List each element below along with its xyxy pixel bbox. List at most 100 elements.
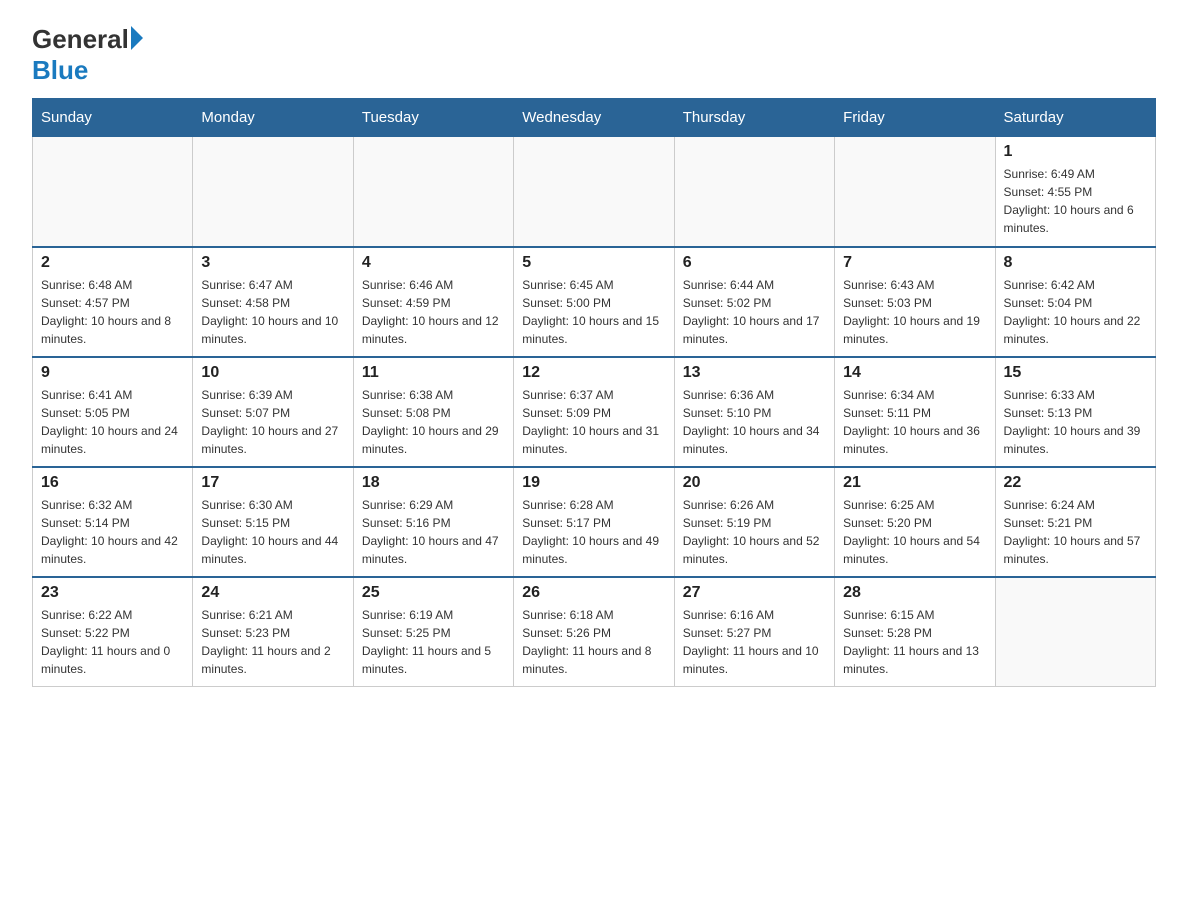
day-info: Sunrise: 6:32 AMSunset: 5:14 PMDaylight:… xyxy=(41,496,184,568)
calendar-day-cell: 15 Sunrise: 6:33 AMSunset: 5:13 PMDayligh… xyxy=(995,357,1155,467)
calendar-day-cell: 2 Sunrise: 6:48 AMSunset: 4:57 PMDaylight… xyxy=(33,247,193,357)
day-info: Sunrise: 6:21 AMSunset: 5:23 PMDaylight:… xyxy=(201,606,344,678)
day-info: Sunrise: 6:30 AMSunset: 5:15 PMDaylight:… xyxy=(201,496,344,568)
day-number: 12 xyxy=(522,364,665,382)
day-info: Sunrise: 6:38 AMSunset: 5:08 PMDaylight:… xyxy=(362,386,505,458)
day-number: 23 xyxy=(41,584,184,602)
day-number: 7 xyxy=(843,254,986,272)
calendar-day-cell: 18 Sunrise: 6:29 AMSunset: 5:16 PMDayligh… xyxy=(353,467,513,577)
day-number: 6 xyxy=(683,254,826,272)
logo: General Blue xyxy=(32,24,143,86)
day-number: 28 xyxy=(843,584,986,602)
day-number: 19 xyxy=(522,474,665,492)
logo-text: General xyxy=(32,24,129,55)
day-info: Sunrise: 6:24 AMSunset: 5:21 PMDaylight:… xyxy=(1004,496,1147,568)
day-number: 4 xyxy=(362,254,505,272)
day-number: 3 xyxy=(201,254,344,272)
day-number: 17 xyxy=(201,474,344,492)
calendar-day-cell: 1 Sunrise: 6:49 AMSunset: 4:55 PMDaylight… xyxy=(995,137,1155,247)
calendar-day-cell xyxy=(33,137,193,247)
day-info: Sunrise: 6:48 AMSunset: 4:57 PMDaylight:… xyxy=(41,276,184,348)
calendar-day-cell xyxy=(353,137,513,247)
weekday-header-saturday: Saturday xyxy=(995,99,1155,137)
calendar-day-cell xyxy=(193,137,353,247)
day-number: 9 xyxy=(41,364,184,382)
weekday-header-friday: Friday xyxy=(835,99,995,137)
weekday-header-row: SundayMondayTuesdayWednesdayThursdayFrid… xyxy=(33,99,1156,137)
day-info: Sunrise: 6:29 AMSunset: 5:16 PMDaylight:… xyxy=(362,496,505,568)
weekday-header-tuesday: Tuesday xyxy=(353,99,513,137)
calendar-day-cell xyxy=(674,137,834,247)
calendar-day-cell: 10Sunrise: 6:39 AMSunset: 5:07 PMDayligh… xyxy=(193,357,353,467)
day-info: Sunrise: 6:42 AMSunset: 5:04 PMDaylight:… xyxy=(1004,276,1147,348)
day-number: 22 xyxy=(1004,474,1147,492)
day-info: Sunrise: 6:18 AMSunset: 5:26 PMDaylight:… xyxy=(522,606,665,678)
calendar-day-cell: 9 Sunrise: 6:41 AMSunset: 5:05 PMDaylight… xyxy=(33,357,193,467)
day-info: Sunrise: 6:41 AMSunset: 5:05 PMDaylight:… xyxy=(41,386,184,458)
day-number: 8 xyxy=(1004,254,1147,272)
day-info: Sunrise: 6:36 AMSunset: 5:10 PMDaylight:… xyxy=(683,386,826,458)
calendar-week-row: 9 Sunrise: 6:41 AMSunset: 5:05 PMDaylight… xyxy=(33,357,1156,467)
day-info: Sunrise: 6:16 AMSunset: 5:27 PMDaylight:… xyxy=(683,606,826,678)
calendar-day-cell: 3 Sunrise: 6:47 AMSunset: 4:58 PMDaylight… xyxy=(193,247,353,357)
calendar-week-row: 1 Sunrise: 6:49 AMSunset: 4:55 PMDaylight… xyxy=(33,137,1156,247)
calendar-week-row: 16 Sunrise: 6:32 AMSunset: 5:14 PMDayligh… xyxy=(33,467,1156,577)
calendar-day-cell: 11 Sunrise: 6:38 AMSunset: 5:08 PMDayligh… xyxy=(353,357,513,467)
day-number: 16 xyxy=(41,474,184,492)
calendar-day-cell: 14 Sunrise: 6:34 AMSunset: 5:11 PMDayligh… xyxy=(835,357,995,467)
calendar-week-row: 23 Sunrise: 6:22 AMSunset: 5:22 PMDayligh… xyxy=(33,577,1156,687)
logo-blue-text: Blue xyxy=(32,55,143,86)
weekday-header-thursday: Thursday xyxy=(674,99,834,137)
page-header: General Blue xyxy=(32,24,1156,86)
day-number: 26 xyxy=(522,584,665,602)
calendar-day-cell: 6 Sunrise: 6:44 AMSunset: 5:02 PMDaylight… xyxy=(674,247,834,357)
day-info: Sunrise: 6:47 AMSunset: 4:58 PMDaylight:… xyxy=(201,276,344,348)
weekday-header-sunday: Sunday xyxy=(33,99,193,137)
day-info: Sunrise: 6:45 AMSunset: 5:00 PMDaylight:… xyxy=(522,276,665,348)
day-info: Sunrise: 6:43 AMSunset: 5:03 PMDaylight:… xyxy=(843,276,986,348)
day-info: Sunrise: 6:15 AMSunset: 5:28 PMDaylight:… xyxy=(843,606,986,678)
calendar-day-cell: 24Sunrise: 6:21 AMSunset: 5:23 PMDayligh… xyxy=(193,577,353,687)
day-info: Sunrise: 6:33 AMSunset: 5:13 PMDaylight:… xyxy=(1004,386,1147,458)
day-info: Sunrise: 6:34 AMSunset: 5:11 PMDaylight:… xyxy=(843,386,986,458)
day-number: 2 xyxy=(41,254,184,272)
day-info: Sunrise: 6:46 AMSunset: 4:59 PMDaylight:… xyxy=(362,276,505,348)
calendar-day-cell: 28 Sunrise: 6:15 AMSunset: 5:28 PMDayligh… xyxy=(835,577,995,687)
calendar-day-cell: 19 Sunrise: 6:28 AMSunset: 5:17 PMDayligh… xyxy=(514,467,674,577)
calendar-day-cell: 8 Sunrise: 6:42 AMSunset: 5:04 PMDaylight… xyxy=(995,247,1155,357)
calendar-day-cell: 20Sunrise: 6:26 AMSunset: 5:19 PMDayligh… xyxy=(674,467,834,577)
day-number: 14 xyxy=(843,364,986,382)
calendar-day-cell: 22 Sunrise: 6:24 AMSunset: 5:21 PMDayligh… xyxy=(995,467,1155,577)
calendar-day-cell: 13 Sunrise: 6:36 AMSunset: 5:10 PMDayligh… xyxy=(674,357,834,467)
day-number: 21 xyxy=(843,474,986,492)
calendar-day-cell: 25 Sunrise: 6:19 AMSunset: 5:25 PMDayligh… xyxy=(353,577,513,687)
day-info: Sunrise: 6:44 AMSunset: 5:02 PMDaylight:… xyxy=(683,276,826,348)
day-number: 18 xyxy=(362,474,505,492)
day-info: Sunrise: 6:28 AMSunset: 5:17 PMDaylight:… xyxy=(522,496,665,568)
day-number: 15 xyxy=(1004,364,1147,382)
day-number: 27 xyxy=(683,584,826,602)
calendar-day-cell: 27 Sunrise: 6:16 AMSunset: 5:27 PMDayligh… xyxy=(674,577,834,687)
calendar-day-cell: 17 Sunrise: 6:30 AMSunset: 5:15 PMDayligh… xyxy=(193,467,353,577)
weekday-header-wednesday: Wednesday xyxy=(514,99,674,137)
calendar-day-cell: 7 Sunrise: 6:43 AMSunset: 5:03 PMDaylight… xyxy=(835,247,995,357)
day-number: 1 xyxy=(1004,143,1147,161)
day-info: Sunrise: 6:19 AMSunset: 5:25 PMDaylight:… xyxy=(362,606,505,678)
calendar-table: SundayMondayTuesdayWednesdayThursdayFrid… xyxy=(32,98,1156,687)
day-number: 11 xyxy=(362,364,505,382)
day-number: 5 xyxy=(522,254,665,272)
day-number: 20 xyxy=(683,474,826,492)
calendar-day-cell: 23 Sunrise: 6:22 AMSunset: 5:22 PMDayligh… xyxy=(33,577,193,687)
day-number: 25 xyxy=(362,584,505,602)
calendar-day-cell: 21 Sunrise: 6:25 AMSunset: 5:20 PMDayligh… xyxy=(835,467,995,577)
day-info: Sunrise: 6:37 AMSunset: 5:09 PMDaylight:… xyxy=(522,386,665,458)
calendar-day-cell: 5 Sunrise: 6:45 AMSunset: 5:00 PMDaylight… xyxy=(514,247,674,357)
day-number: 13 xyxy=(683,364,826,382)
calendar-week-row: 2 Sunrise: 6:48 AMSunset: 4:57 PMDaylight… xyxy=(33,247,1156,357)
day-info: Sunrise: 6:49 AMSunset: 4:55 PMDaylight:… xyxy=(1004,165,1147,237)
day-info: Sunrise: 6:25 AMSunset: 5:20 PMDaylight:… xyxy=(843,496,986,568)
calendar-day-cell xyxy=(835,137,995,247)
calendar-day-cell: 12 Sunrise: 6:37 AMSunset: 5:09 PMDayligh… xyxy=(514,357,674,467)
day-info: Sunrise: 6:22 AMSunset: 5:22 PMDaylight:… xyxy=(41,606,184,678)
calendar-day-cell: 26 Sunrise: 6:18 AMSunset: 5:26 PMDayligh… xyxy=(514,577,674,687)
